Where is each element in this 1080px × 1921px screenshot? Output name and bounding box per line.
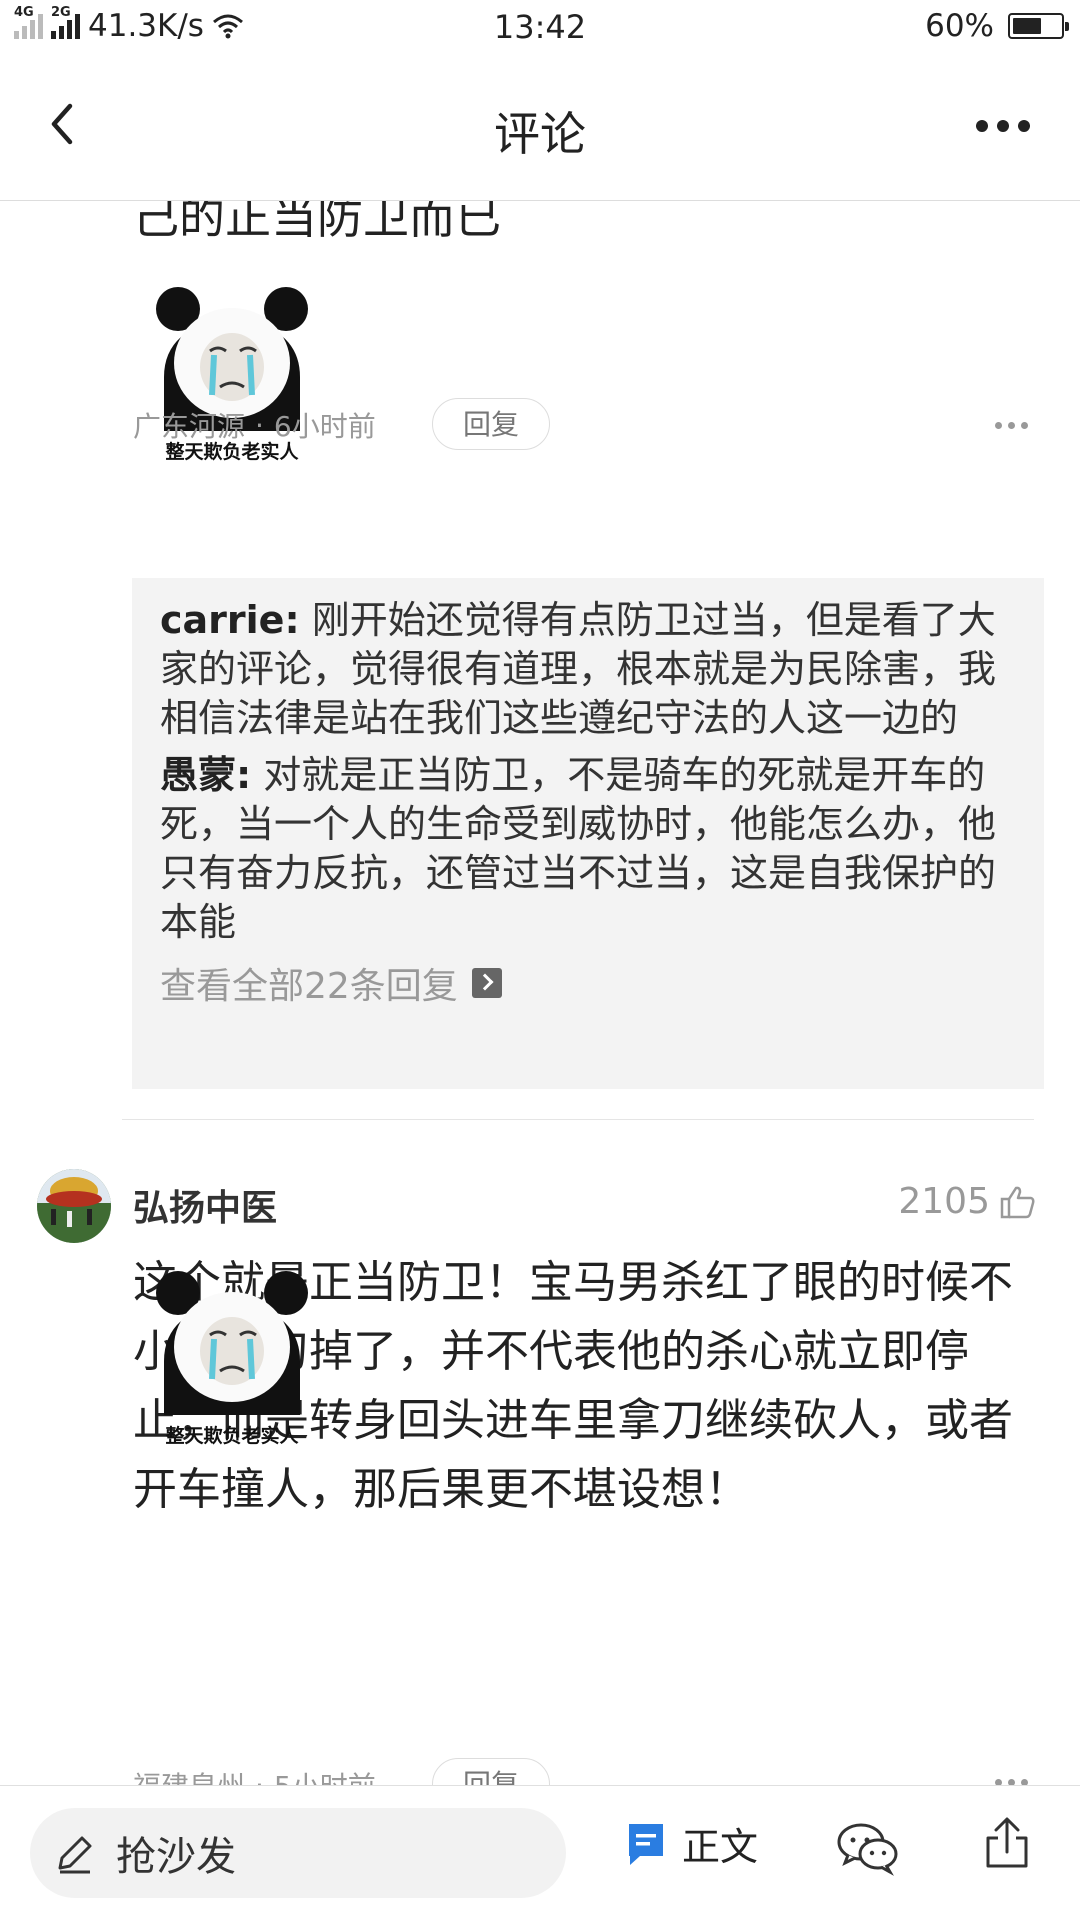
reply-button[interactable]: 回复 bbox=[432, 1758, 550, 1785]
comment-time: 6小时前 bbox=[273, 410, 376, 443]
chevron-right-icon bbox=[471, 968, 502, 998]
more-dots-icon[interactable] bbox=[976, 120, 1030, 132]
comment-username[interactable]: 弘扬中医 bbox=[133, 1179, 277, 1231]
like-button[interactable]: 2105 bbox=[898, 1181, 1036, 1222]
meme-sticker[interactable]: 整天欺负老实人 bbox=[142, 1263, 322, 1448]
avatar[interactable] bbox=[37, 1169, 111, 1243]
nav-bar: 评论 bbox=[0, 58, 1080, 201]
battery-percent: 60% bbox=[925, 8, 994, 44]
view-all-replies-link[interactable]: 查看全部22条回复 bbox=[160, 957, 1018, 1009]
reply-text: 对就是正当防卫，不是骑车的死就是开车的死，当一个人的生命受到威协时，他能怎么办，… bbox=[160, 753, 997, 944]
battery-icon bbox=[1008, 13, 1069, 39]
like-count: 2105 bbox=[898, 1181, 990, 1222]
reply-author[interactable]: carrie: bbox=[160, 598, 300, 642]
reply-author[interactable]: 愚蒙: bbox=[160, 753, 251, 797]
view-all-label: 查看全部22条回复 bbox=[160, 966, 458, 1007]
previous-comment-text: 己的正当防卫而已 bbox=[133, 201, 501, 244]
reply-item[interactable]: carrie: 刚开始还觉得有点防卫过当，但是看了大家的评论，觉得很有道理，根本… bbox=[160, 596, 1018, 743]
panda-meme-icon bbox=[156, 1271, 308, 1415]
meta-separator: · bbox=[255, 1768, 264, 1786]
status-right: 60% bbox=[925, 8, 1069, 44]
comment-location: 福建泉州 bbox=[133, 1765, 245, 1785]
meme-caption: 整天欺负老实人 bbox=[165, 1425, 299, 1447]
article-button[interactable]: 正文 bbox=[626, 1816, 758, 1871]
clock: 13:42 bbox=[493, 8, 587, 46]
thumbs-up-icon bbox=[1000, 1186, 1035, 1218]
replies-box[interactable]: carrie: 刚开始还觉得有点防卫过当，但是看了大家的评论，觉得很有道理，根本… bbox=[132, 578, 1044, 1089]
pen-icon bbox=[58, 1836, 92, 1874]
battery-fill bbox=[1013, 18, 1041, 34]
reply-button[interactable]: 回复 bbox=[432, 398, 550, 450]
article-icon bbox=[629, 1823, 663, 1865]
reply-item[interactable]: 愚蒙: 对就是正当防卫，不是骑车的死就是开车的死，当一个人的生命受到威协时，他能… bbox=[160, 751, 1018, 947]
more-options-icon[interactable] bbox=[995, 422, 1028, 429]
share-icon[interactable] bbox=[984, 1816, 1030, 1870]
comment-meta: 广东河源 · 6小时前 bbox=[133, 405, 376, 445]
avatar-image bbox=[37, 1169, 111, 1243]
status-bar: 4G 2G 41.3K/s 13:42 60% bbox=[0, 0, 1080, 58]
comment-location: 广东河源 bbox=[133, 410, 246, 443]
page-title: 评论 bbox=[494, 107, 586, 161]
article-label: 正文 bbox=[682, 1825, 759, 1869]
comment-list[interactable]: 己的正当防卫而已 整天欺负老实人 广东河源 · 6小时前 回复 carrie: … bbox=[0, 201, 1080, 1785]
comment-placeholder: 抢沙发 bbox=[116, 1834, 236, 1880]
comment-meta: 福建泉州 · 5小时前 bbox=[133, 1765, 376, 1786]
wechat-icon[interactable] bbox=[836, 1820, 900, 1876]
divider bbox=[122, 1119, 1034, 1120]
comment-input[interactable]: 抢沙发 bbox=[30, 1808, 566, 1898]
bottom-bar: 抢沙发 正文 bbox=[0, 1785, 1080, 1921]
meta-separator: · bbox=[255, 408, 264, 442]
comment-time: 5小时前 bbox=[274, 1765, 376, 1785]
